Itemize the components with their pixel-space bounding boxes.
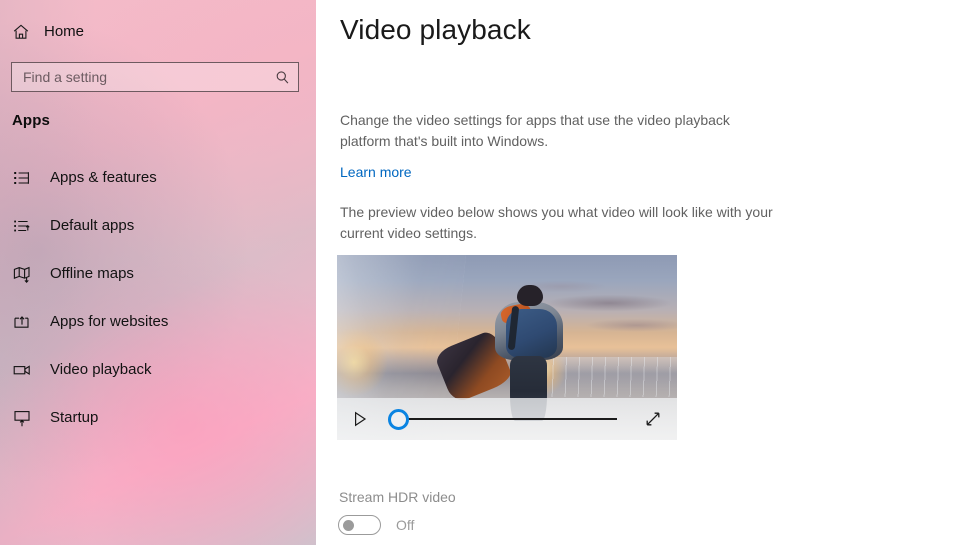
sidebar-item-label: Startup — [50, 408, 98, 428]
hdr-toggle-switch[interactable] — [338, 515, 381, 535]
map-download-icon — [12, 264, 32, 284]
monitor-startup-icon — [12, 408, 32, 428]
sidebar-item-video-playback[interactable]: Video playback — [0, 346, 316, 394]
sidebar-item-default-apps[interactable]: Default apps — [0, 202, 316, 250]
video-camera-icon — [12, 360, 32, 380]
sidebar-item-label: Apps & features — [50, 168, 157, 188]
sidebar-item-label: Apps for websites — [50, 312, 168, 332]
app-link-icon — [12, 312, 32, 332]
search-input[interactable] — [23, 63, 275, 91]
description-text-2: The preview video below shows you what v… — [340, 202, 776, 244]
sidebar-item-label: Offline maps — [50, 264, 134, 284]
sidebar: Home Apps — [0, 0, 316, 545]
page-title: Video playback — [340, 12, 531, 48]
toggle-knob — [343, 520, 354, 531]
sidebar-nav-list: Apps & features Default apps — [0, 154, 316, 442]
learn-more-link[interactable]: Learn more — [340, 163, 412, 181]
sidebar-home-label: Home — [44, 23, 84, 41]
main-content: Video playback Change the video settings… — [316, 0, 964, 545]
seek-track[interactable] — [401, 418, 617, 420]
search-box[interactable] — [11, 62, 299, 92]
search-icon[interactable] — [275, 70, 290, 85]
play-button[interactable] — [350, 409, 370, 429]
video-preview-player[interactable] — [337, 255, 677, 440]
sidebar-item-label: Default apps — [50, 216, 134, 236]
list-icon — [12, 168, 32, 188]
settings-window: Home Apps — [0, 0, 964, 545]
fullscreen-expand-icon[interactable] — [643, 409, 663, 429]
sidebar-section-heading: Apps — [12, 112, 50, 129]
description-text-1: Change the video settings for apps that … — [340, 110, 770, 152]
home-icon — [12, 23, 30, 41]
hdr-toggle-row: Off — [338, 515, 414, 535]
sidebar-item-apps-features[interactable]: Apps & features — [0, 154, 316, 202]
seek-thumb[interactable] — [388, 409, 409, 430]
hdr-toggle-state-label: Off — [396, 516, 414, 534]
sidebar-home-item[interactable]: Home — [12, 16, 192, 48]
sidebar-item-label: Video playback — [50, 360, 151, 380]
seek-slider[interactable] — [388, 407, 633, 431]
sidebar-item-startup[interactable]: Startup — [0, 394, 316, 442]
sidebar-item-apps-for-websites[interactable]: Apps for websites — [0, 298, 316, 346]
sidebar-item-offline-maps[interactable]: Offline maps — [0, 250, 316, 298]
video-control-bar — [337, 398, 677, 440]
list-arrow-icon — [12, 216, 32, 236]
hdr-setting-label: Stream HDR video — [339, 488, 456, 506]
